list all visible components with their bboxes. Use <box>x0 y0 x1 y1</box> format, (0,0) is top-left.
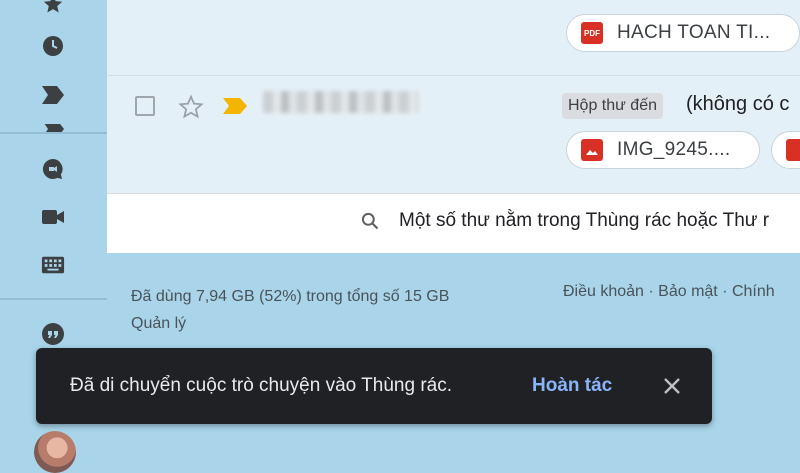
chat-icon[interactable] <box>41 157 65 181</box>
image-file-icon <box>786 139 800 161</box>
sender-name-blurred <box>263 91 418 113</box>
avatar[interactable] <box>34 431 76 473</box>
attachment-chip[interactable]: PDF HACH TOAN TI... <box>566 14 800 52</box>
manage-link[interactable]: Quản lý <box>131 310 449 337</box>
rail-divider <box>0 132 107 134</box>
star-icon[interactable] <box>41 0 65 16</box>
close-icon[interactable] <box>660 374 684 398</box>
footer-links[interactable]: Điều khoản · Bảo mật · Chính <box>563 283 775 301</box>
snackbar: Đã di chuyển cuộc trò chuyện vào Thùng r… <box>36 348 712 424</box>
attachment-chip[interactable]: IMG_9245.... <box>566 131 760 169</box>
storage-info: Đã dùng 7,94 GB (52%) trong tổng số 15 G… <box>131 283 449 337</box>
undo-button[interactable]: Hoàn tác <box>532 375 612 397</box>
attachment-name: HACH TOAN TI... <box>617 22 771 43</box>
select-checkbox[interactable] <box>135 96 155 116</box>
clock-icon[interactable] <box>41 34 65 58</box>
quote-icon[interactable] <box>41 322 65 346</box>
search-icon <box>360 211 380 236</box>
video-icon[interactable] <box>41 205 65 229</box>
inbox-label[interactable]: Hộp thư đến <box>562 93 663 119</box>
storage-usage: Đã dùng 7,94 GB (52%) trong tổng số 15 G… <box>131 288 450 305</box>
keyboard-icon[interactable] <box>41 253 65 277</box>
snackbar-message: Đã di chuyển cuộc trò chuyện vào Thùng r… <box>70 375 452 396</box>
important-marker-icon[interactable] <box>222 97 248 120</box>
attachment-name: IMG_9245.... <box>617 139 731 160</box>
mail-subject: (không có c <box>686 93 790 115</box>
image-file-icon <box>581 139 603 161</box>
label-icon[interactable] <box>41 83 65 107</box>
search-notice-text: Một số thư nằm trong Thùng rác hoặc Thư … <box>399 210 770 231</box>
star-outline-icon[interactable] <box>178 94 204 125</box>
pdf-icon: PDF <box>581 22 603 44</box>
mail-row[interactable]: PDF HACH TOAN TI... <box>107 0 800 76</box>
rail-divider <box>0 298 107 300</box>
